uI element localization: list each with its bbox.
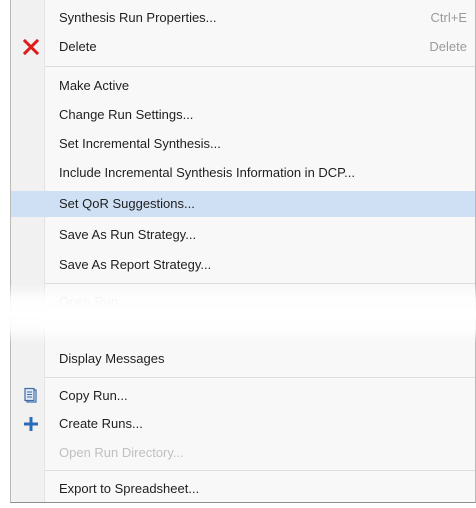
menu-item-shortcut: Ctrl+E: [430, 10, 467, 25]
menu-item-copy-run[interactable]: Copy Run...: [11, 383, 475, 409]
context-menu: Synthesis Run Properties... Ctrl+E Delet…: [10, 0, 476, 503]
menu-item-make-active[interactable]: Make Active: [11, 73, 475, 99]
menu-separator: [45, 470, 475, 471]
menu-item-include-incremental-synthesis-info[interactable]: Include Incremental Synthesis Informatio…: [11, 160, 475, 186]
menu-separator: [45, 377, 475, 378]
menu-item-label: Open Run: [59, 294, 119, 309]
menu-item-change-run-settings[interactable]: Change Run Settings...: [11, 102, 475, 128]
menu-item-label: Delete: [59, 39, 97, 54]
menu-item-label: Display Messages: [59, 351, 165, 366]
menu-item-set-incremental-synthesis[interactable]: Set Incremental Synthesis...: [11, 131, 475, 157]
menu-item-set-qor-suggestions[interactable]: Set QoR Suggestions...: [11, 191, 475, 217]
plus-icon: [22, 415, 40, 433]
menu-item-save-as-report-strategy[interactable]: Save As Report Strategy...: [11, 252, 475, 278]
screenshot-canvas: Synthesis Run Properties... Ctrl+E Delet…: [0, 0, 476, 508]
menu-item-label: Set QoR Suggestions...: [59, 196, 195, 211]
menu-item-label: Create Runs...: [59, 416, 143, 431]
menu-item-label: Include Incremental Synthesis Informatio…: [59, 165, 356, 180]
menu-item-label: Synthesis Run Properties...: [59, 10, 217, 25]
menu-item-save-as-run-strategy[interactable]: Save As Run Strategy...: [11, 222, 475, 248]
menu-item-open-run-directory: Open Run Directory...: [11, 440, 475, 466]
menu-item-shortcut: Delete: [429, 39, 467, 54]
menu-item-open-run: Open Run: [11, 289, 475, 315]
delete-x-icon: [22, 38, 40, 56]
menu-item-label: Change Run Settings...: [59, 107, 194, 122]
menu-item-synthesis-run-properties[interactable]: Synthesis Run Properties... Ctrl+E: [11, 5, 475, 31]
menu-item-label: Copy Run...: [59, 388, 128, 403]
menu-item-create-runs[interactable]: Create Runs...: [11, 411, 475, 437]
menu-item-display-messages[interactable]: Display Messages: [11, 346, 475, 372]
menu-separator: [45, 283, 475, 284]
menu-item-label: Open Run Directory...: [59, 445, 184, 460]
menu-separator: [45, 66, 475, 67]
menu-item-delete[interactable]: Delete Delete: [11, 34, 475, 60]
menu-item-label: Make Active: [59, 78, 130, 93]
menu-item-label: Save As Run Strategy...: [59, 227, 197, 242]
menu-item-label: Save As Report Strategy...: [59, 257, 212, 272]
menu-item-export-to-spreadsheet[interactable]: Export to Spreadsheet...: [11, 476, 475, 502]
menu-item-label: Set Incremental Synthesis...: [59, 136, 221, 151]
copy-run-icon: [22, 387, 40, 405]
menu-item-label: Export to Spreadsheet...: [59, 481, 200, 496]
